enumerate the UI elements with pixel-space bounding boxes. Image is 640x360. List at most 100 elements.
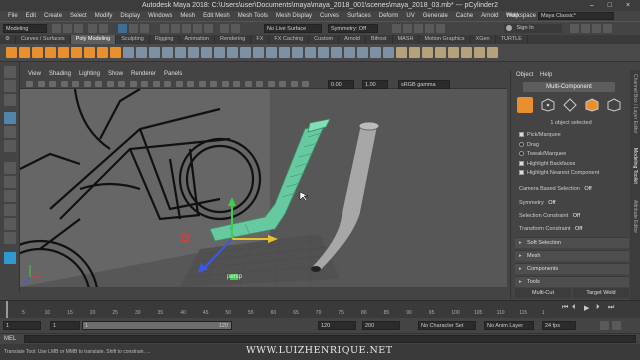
- poly-disc-icon[interactable]: [84, 47, 95, 58]
- boolean-union-icon[interactable]: [175, 47, 186, 58]
- multi-cut-button[interactable]: Multi-Cut: [515, 288, 571, 298]
- snap-curve-icon[interactable]: [171, 24, 180, 33]
- menu-select[interactable]: Select: [70, 13, 87, 19]
- freeze-transform-icon[interactable]: [370, 47, 381, 58]
- shelf-tab-curves-surfaces[interactable]: Curves / Surfaces: [16, 35, 71, 44]
- play-forward-icon[interactable]: ▶: [584, 304, 589, 312]
- shelf-tab-sculpting[interactable]: Sculpting: [116, 35, 150, 44]
- command-input[interactable]: [24, 335, 636, 343]
- xray-icon[interactable]: [279, 81, 286, 87]
- safe-action-icon[interactable]: [129, 81, 137, 87]
- poly-cylinder-icon[interactable]: [32, 47, 43, 58]
- combine-icon[interactable]: [136, 47, 147, 58]
- menu-deform[interactable]: Deform: [379, 13, 399, 19]
- menu-generate[interactable]: Generate: [423, 13, 448, 19]
- toolkit-menu-object[interactable]: Object: [516, 72, 533, 78]
- radio-icon[interactable]: [519, 141, 524, 147]
- scene-start-field[interactable]: 1: [3, 321, 41, 330]
- section-mesh[interactable]: Mesh: [515, 250, 629, 262]
- color-space-dropdown[interactable]: sRGB gamma: [398, 80, 450, 89]
- new-scene-icon[interactable]: [52, 24, 61, 33]
- bevel-icon[interactable]: [253, 47, 264, 58]
- snap-grid-icon[interactable]: [160, 24, 169, 33]
- open-scene-icon[interactable]: [63, 24, 72, 33]
- delete-history-icon[interactable]: [383, 47, 394, 58]
- auto-key-icon[interactable]: [600, 321, 609, 330]
- range-bar[interactable]: 1 120: [82, 321, 232, 330]
- outliner-icon[interactable]: [4, 232, 16, 244]
- camera-based-selection-row[interactable]: Camera Based Selection Off: [519, 186, 592, 192]
- default-material-icon[interactable]: [175, 81, 183, 87]
- ipr-render-icon[interactable]: [403, 24, 412, 33]
- section-components[interactable]: Components: [515, 263, 629, 275]
- menu-curves[interactable]: Curves: [320, 13, 339, 19]
- radio-icon[interactable]: [519, 132, 524, 138]
- uv-mode-icon[interactable]: [607, 98, 621, 112]
- poly-cube-icon[interactable]: [19, 47, 30, 58]
- isolate-select-icon[interactable]: [267, 81, 275, 87]
- viewport-scene[interactable]: [20, 89, 507, 287]
- screen-space-ao-icon[interactable]: [221, 81, 229, 87]
- poly-type-icon[interactable]: [110, 47, 121, 58]
- smooth-icon[interactable]: [162, 47, 173, 58]
- poly-sphere-icon[interactable]: [6, 47, 17, 58]
- radio-icon[interactable]: [519, 151, 524, 157]
- option-highlight-backfaces[interactable]: Highlight Backfaces: [519, 161, 575, 167]
- transform-constraint-row[interactable]: Transform Constraint Off: [519, 226, 582, 232]
- shelf-tab-fx[interactable]: FX: [251, 35, 270, 44]
- resolution-gate-icon[interactable]: [95, 81, 102, 87]
- menu-uv[interactable]: UV: [406, 13, 414, 19]
- sew-uv-icon[interactable]: [461, 47, 472, 58]
- hypershade-layout-icon[interactable]: [4, 218, 16, 230]
- select-object-icon[interactable]: [129, 24, 138, 33]
- signin-button[interactable]: Sign In: [504, 24, 562, 33]
- live-surface-field[interactable]: No Live Surface: [264, 24, 322, 33]
- construction-history-icon[interactable]: [231, 24, 240, 33]
- hypershade-icon[interactable]: [425, 24, 434, 33]
- film-gate-icon[interactable]: [83, 81, 91, 87]
- paint-select-tool-icon[interactable]: [4, 94, 16, 106]
- menu-edit[interactable]: Edit: [26, 13, 36, 19]
- perspective-viewport[interactable]: persp: [20, 89, 507, 287]
- image-plane-icon[interactable]: [60, 81, 68, 87]
- xray-components-icon[interactable]: [302, 81, 309, 87]
- shelf-tab-motion-graphics[interactable]: Motion Graphics: [419, 35, 471, 44]
- fps-dropdown[interactable]: 24 fps: [542, 321, 576, 330]
- option-tweak-marquee[interactable]: Tweak/Marquee: [519, 151, 566, 157]
- extrude-icon[interactable]: [240, 47, 251, 58]
- shelf-tab-custom[interactable]: Custom: [309, 35, 340, 44]
- anim-layer-dropdown[interactable]: No Anim Layer: [484, 321, 534, 330]
- shelf-tab-rendering[interactable]: Rendering: [215, 35, 252, 44]
- boolean-diff-icon[interactable]: [188, 47, 199, 58]
- face-mode-icon[interactable]: [585, 98, 599, 112]
- multi-component-button[interactable]: Multi-Component: [523, 82, 615, 92]
- playback-end-field[interactable]: 120: [318, 321, 356, 330]
- shelf-tab-arnold[interactable]: Arnold: [339, 35, 366, 44]
- vertex-mode-icon[interactable]: [541, 98, 555, 112]
- separate-icon[interactable]: [149, 47, 160, 58]
- poly-plane-icon[interactable]: [71, 47, 82, 58]
- input-output-icon[interactable]: [220, 24, 229, 33]
- viewport-menu-lighting[interactable]: Lighting: [79, 71, 100, 77]
- textured-icon[interactable]: [187, 81, 194, 87]
- save-scene-icon[interactable]: [74, 24, 83, 33]
- menu-cache[interactable]: Cache: [456, 13, 473, 19]
- option-pick-marquee[interactable]: Pick/Marquee: [519, 132, 561, 138]
- option-drag[interactable]: Drag: [519, 142, 539, 148]
- safe-title-icon[interactable]: [141, 81, 148, 87]
- object-mode-icon[interactable]: [517, 97, 533, 113]
- shelf-tab-rigging[interactable]: Rigging: [150, 35, 180, 44]
- mirror-icon[interactable]: [214, 47, 225, 58]
- preferences-icon[interactable]: [612, 321, 621, 330]
- command-language-label[interactable]: MEL: [4, 336, 16, 342]
- viewport-menu-panels[interactable]: Panels: [164, 71, 182, 77]
- edge-mode-icon[interactable]: [563, 98, 577, 112]
- target-weld-button[interactable]: Target Weld: [573, 288, 629, 298]
- wireframe-shading-icon[interactable]: [152, 81, 160, 87]
- go-to-end-icon[interactable]: ⏭: [608, 304, 614, 312]
- select-component-icon[interactable]: [140, 24, 149, 33]
- redo-icon[interactable]: [99, 24, 108, 33]
- menu-edit-mesh[interactable]: Edit Mesh: [203, 13, 230, 19]
- toolkit-menu-help[interactable]: Help: [540, 72, 552, 78]
- shelf-tab-bifrost[interactable]: Bifrost: [366, 35, 393, 44]
